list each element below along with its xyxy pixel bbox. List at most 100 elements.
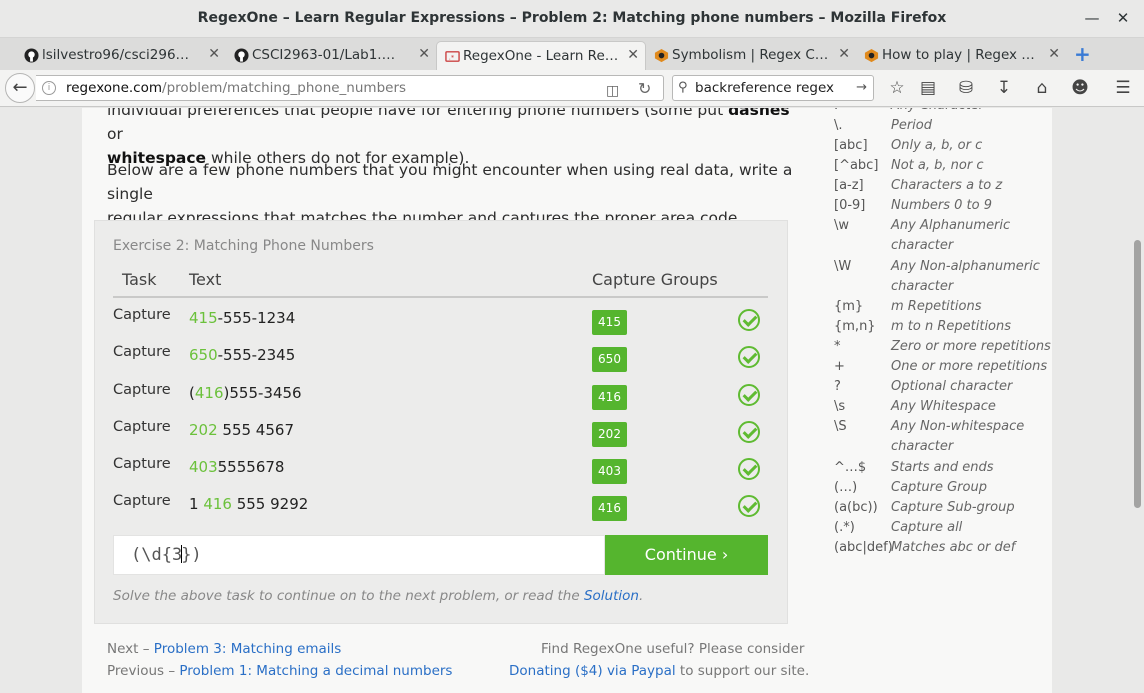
close-icon[interactable]: ✕ [838, 46, 850, 62]
page-viewport: individual preferences that people have … [0, 108, 1144, 693]
cheatsheet-symbol: (a(bc)) [834, 499, 878, 515]
solution-link[interactable]: Solution [584, 588, 639, 604]
table-row: Capture 650-555-2345 650 [113, 340, 768, 377]
close-icon[interactable]: ✕ [1048, 46, 1060, 62]
previous-problem-link[interactable]: Problem 1: Matching a decimal numbers [179, 663, 452, 679]
test-text: (416)555-3456 [189, 384, 302, 402]
table-row: Capture 415-555-1234 415 [113, 303, 768, 340]
downloads-icon[interactable]: ↧ [992, 77, 1016, 101]
capture-group-badge: 403 [592, 459, 627, 484]
regexone-icon: .* [445, 51, 460, 62]
cheatsheet-symbol: ^…$ [834, 459, 867, 475]
task-label: Capture [113, 307, 171, 323]
cheatsheet-symbol: \S [834, 419, 847, 434]
chat-icon[interactable]: ☻ [1068, 77, 1092, 101]
cheatsheet-symbol: [^abc] [834, 158, 879, 173]
cheatsheet-description: Only a, b, or c [891, 138, 983, 153]
cheatsheet-description: Any Whitespace [891, 399, 996, 414]
cheatsheet-symbol: {m} [834, 299, 864, 314]
bookmark-star-icon[interactable]: ☆ [885, 77, 909, 101]
test-text: 1 416 555 9292 [189, 495, 309, 513]
back-button[interactable]: ← [5, 73, 35, 103]
next-problem-link[interactable]: Problem 3: Matching emails [154, 641, 342, 657]
cheatsheet-description: Starts and ends [891, 459, 994, 475]
tab-label: Symbolism | Regex C… [672, 47, 829, 63]
close-icon[interactable]: ✕ [208, 46, 220, 62]
cheatsheet-symbol: * [834, 339, 841, 354]
lesson-text: or [107, 125, 123, 143]
tab-1[interactable]: CSCI2963-01/Lab1.… ✕ [226, 41, 436, 70]
regex-crossword-icon [654, 48, 669, 63]
cheatsheet-description: m Repetitions [891, 299, 982, 314]
cheatsheet-description: One or more repetitions [891, 359, 1048, 374]
scrollbar-thumb[interactable] [1134, 240, 1141, 508]
close-icon[interactable]: ✕ [418, 46, 430, 62]
tab-4[interactable]: How to play | Regex … ✕ [856, 41, 1066, 70]
exercise-note: Solve the above task to continue on to t… [113, 588, 644, 604]
svg-text:.*: .* [449, 53, 455, 61]
task-label: Capture [113, 493, 171, 509]
reader-view-icon[interactable]: ◫ [606, 79, 619, 103]
cheatsheet-description: Capture all [891, 519, 963, 535]
capture-group-badge: 202 [592, 422, 627, 447]
scrollbar[interactable] [1131, 108, 1144, 693]
check-icon [738, 384, 760, 406]
test-text: 4035555678 [189, 458, 285, 476]
tab-label: CSCI2963-01/Lab1.… [252, 47, 396, 63]
search-go-icon[interactable]: → [856, 76, 867, 100]
cheatsheet-symbol: [abc] [834, 138, 868, 153]
search-input[interactable]: ⚲ backreference regex → [672, 75, 874, 101]
cheatsheet-description: m to n Repetitions [891, 319, 1012, 334]
github-icon [24, 48, 39, 63]
cheatsheet-description: Matches abc or def [891, 539, 1016, 555]
task-label: Capture [113, 344, 171, 360]
close-window-icon[interactable]: ✕ [1114, 9, 1132, 27]
home-icon[interactable]: ⌂ [1030, 77, 1054, 101]
table-row: Capture (416)555-3456 416 [113, 378, 768, 415]
exercise-title: Exercise 2: Matching Phone Numbers [113, 238, 374, 254]
lesson-text: individual preferences that people have … [107, 108, 729, 119]
check-icon [738, 458, 760, 480]
regex-crossword-icon [864, 48, 879, 63]
pocket-icon[interactable]: ⛁ [954, 77, 978, 101]
info-icon[interactable]: i [42, 81, 56, 95]
cheatsheet-description: Any Character [891, 108, 984, 113]
table-row: Capture 4035555678 403 [113, 452, 768, 489]
previous-problem: Previous – Problem 1: Matching a decimal… [107, 663, 453, 679]
search-value: backreference regex [695, 80, 835, 96]
reload-icon[interactable]: ↻ [638, 77, 651, 101]
cheatsheet-symbol: (abc|def) [834, 539, 893, 555]
minimize-icon[interactable]: — [1083, 9, 1101, 27]
tab-strip: lsilvestro96/csci296… ✕ CSCI2963-01/Lab1… [0, 38, 1144, 70]
donate-line: Donating ($4) via Paypal to support our … [509, 663, 810, 679]
github-icon [234, 48, 249, 63]
cheatsheet-description: Zero or more repetitions [891, 339, 1051, 354]
header-divider [113, 296, 768, 298]
tab-3[interactable]: Symbolism | Regex C… ✕ [646, 41, 856, 70]
new-tab-icon[interactable]: + [1074, 42, 1094, 66]
cheatsheet-symbol: (…) [834, 479, 858, 495]
check-icon [738, 309, 760, 331]
cheatsheet-symbol: (.*) [834, 519, 855, 535]
menu-icon[interactable]: ☰ [1111, 77, 1135, 101]
back-arrow-icon: ← [12, 77, 28, 98]
cheatsheet-symbol: . [834, 108, 838, 113]
check-icon [738, 346, 760, 368]
cheatsheet-symbol: \s [834, 399, 846, 414]
tab-2-active[interactable]: .* RegexOne - Learn Re… ✕ [436, 41, 646, 70]
continue-button[interactable]: Continue › [605, 535, 768, 575]
window-title: RegexOne – Learn Regular Expressions – P… [197, 10, 947, 26]
close-icon[interactable]: ✕ [627, 47, 639, 63]
bookmarks-list-icon[interactable]: ▤ [916, 77, 940, 101]
capture-group-badge: 416 [592, 385, 627, 410]
regex-input[interactable]: (\d{3}) [113, 535, 605, 575]
donate-link[interactable]: Donating ($4) via Paypal [509, 663, 676, 679]
tab-0[interactable]: lsilvestro96/csci296… ✕ [16, 41, 226, 70]
header-text: Text [189, 270, 222, 289]
cheatsheet-description: Not a, b, nor c [891, 158, 984, 173]
capture-group-badge: 650 [592, 347, 627, 372]
header-capture-groups: Capture Groups [592, 270, 718, 289]
cheatsheet-symbol: ? [834, 379, 841, 394]
url-bar[interactable]: i regexone.com/problem/matching_phone_nu… [36, 75, 664, 101]
cheatsheet-description: Optional character [891, 379, 1013, 394]
